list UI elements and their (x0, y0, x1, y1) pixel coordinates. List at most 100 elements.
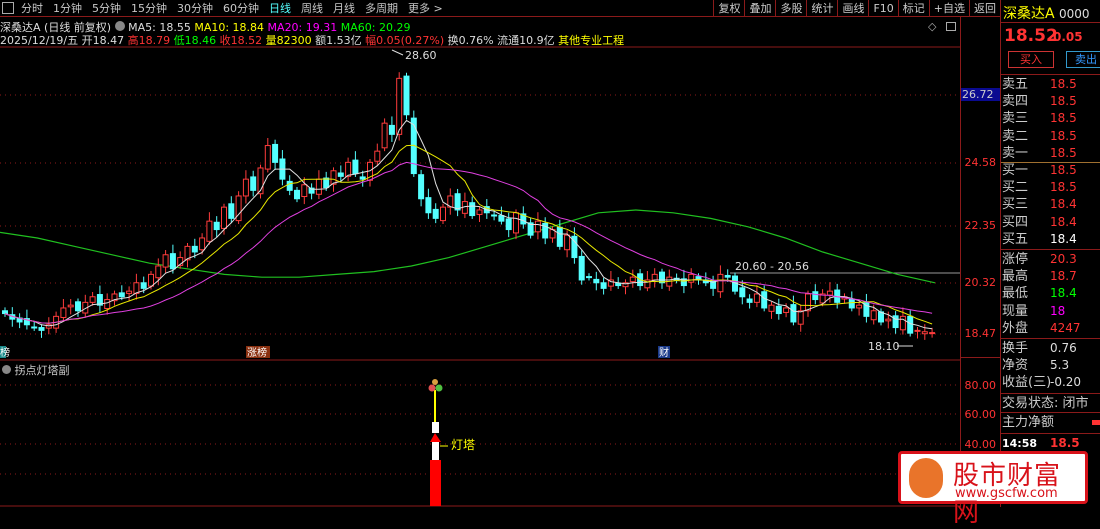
candle-up (783, 307, 790, 313)
dropdown-icon[interactable] (114, 21, 125, 31)
bull-mascot-icon (909, 458, 943, 498)
close: 收18.52 (219, 34, 263, 47)
candle-up (805, 293, 811, 312)
candle-up (534, 220, 541, 233)
candle-down (469, 202, 476, 217)
price-tick: 26.72 (961, 88, 1001, 101)
main-flow[interactable]: 主力净额 (1002, 414, 1100, 431)
stat-row: 涨停 20.3 (1002, 252, 1077, 267)
candle-down (250, 176, 257, 191)
candle-up (242, 178, 249, 197)
range-label: 20.60 - 20.56 (735, 260, 809, 273)
candle-down (140, 282, 147, 289)
candle-up (381, 122, 388, 149)
candle-down (586, 276, 592, 279)
candle-up (374, 150, 381, 162)
candle-down (359, 176, 366, 180)
candle-down (659, 271, 665, 284)
open: 开18.47 (81, 34, 125, 47)
candle-up (870, 310, 877, 321)
amount: 额1.53亿 (315, 34, 362, 47)
order-book-row: 买一 18.5 (1002, 163, 1077, 178)
sub-tick: 60.00 (964, 408, 997, 421)
candle-down (118, 292, 125, 298)
candle-down (388, 124, 395, 135)
candle-down (790, 304, 797, 323)
candle-up (199, 237, 206, 251)
order-book-row: 卖四 18.5 (1002, 94, 1077, 110)
candle-up (264, 145, 271, 170)
candle-up (856, 304, 863, 309)
candle-down (425, 197, 432, 214)
order-book-row: 买四 18.4 (1002, 214, 1077, 230)
candle-up (717, 273, 724, 293)
industry: 其他专业工程 (558, 34, 625, 47)
candle-down (812, 291, 819, 301)
candle-down (907, 315, 914, 334)
candle-up (753, 293, 760, 303)
sell-button[interactable]: 卖出 (1066, 51, 1100, 68)
candle-down (746, 298, 753, 303)
stat-row: 最高 18.7 (1002, 269, 1077, 285)
layout-icon[interactable] (946, 22, 956, 31)
candle-down (432, 208, 439, 219)
candle-up (104, 299, 111, 310)
stat-row: 最低 18.4 (1002, 286, 1077, 302)
event-marker-label: 财 (659, 346, 669, 359)
signal-light (432, 379, 438, 385)
candle-up (826, 290, 833, 296)
candle-up (513, 212, 519, 234)
lighthouse-body (432, 442, 439, 460)
candle-down (286, 180, 293, 191)
candle-up (885, 318, 892, 322)
candle-down (498, 215, 505, 222)
diamond-icon[interactable]: ◇ (928, 20, 936, 33)
candle-up (921, 331, 928, 335)
candle-down (403, 75, 410, 116)
price-tick: 22.35 (964, 219, 997, 232)
candle-down (724, 274, 731, 278)
candle-up (345, 161, 352, 177)
kline-chart[interactable]: 28.60 20.60 - 20.56 18.10 榜 涨榜 财灯塔 (0, 0, 960, 507)
buy-button[interactable]: 买入 (1008, 51, 1054, 68)
candle-up (221, 206, 227, 229)
candle-down (505, 218, 512, 231)
candle-up (89, 296, 96, 303)
candle-down (739, 287, 746, 298)
stat-row: 现量 18 (1002, 303, 1066, 319)
float-cap: 流通10.9亿 (497, 34, 555, 47)
candle-down (615, 282, 622, 287)
back-button[interactable]: 返回 (969, 0, 1000, 17)
price-tick: 24.58 (964, 156, 997, 169)
candle-down (578, 255, 585, 281)
turnover: 换0.76% (447, 34, 494, 47)
candle-down (418, 174, 425, 200)
lighthouse-base (430, 460, 441, 506)
sub-tick: 80.00 (964, 379, 997, 392)
candle-up (651, 273, 658, 281)
candle-down (848, 298, 855, 309)
indicator-title[interactable]: 拐点灯塔副 (2, 362, 70, 378)
candle-down (761, 291, 768, 309)
signal-light (428, 384, 436, 392)
order-book-row: 买二 18.5 (1002, 180, 1077, 196)
candle-up (797, 310, 804, 325)
low: 低18.46 (173, 34, 217, 47)
candle-down (228, 203, 235, 219)
watermark-logo: 股市财富网 www.gscfw.com (898, 451, 1088, 528)
stat-row: 外盘 4247 (1002, 320, 1081, 336)
event-marker-label: 榜 (0, 346, 10, 359)
indicator-name: 拐点灯塔副 (14, 364, 70, 377)
candle-up (301, 184, 308, 198)
candle-up (206, 220, 213, 242)
sub-tick: 40.00 (964, 438, 997, 451)
candle-up (315, 178, 322, 195)
candle-up (60, 307, 67, 318)
candle-up (162, 254, 169, 268)
candle-up (440, 206, 446, 222)
candle-down (169, 253, 176, 270)
fin-row: 换手 0.76 (1002, 341, 1077, 356)
candle-down (272, 143, 279, 163)
price-tick: 20.32 (964, 276, 997, 289)
max-price-label: 28.60 (405, 49, 437, 62)
